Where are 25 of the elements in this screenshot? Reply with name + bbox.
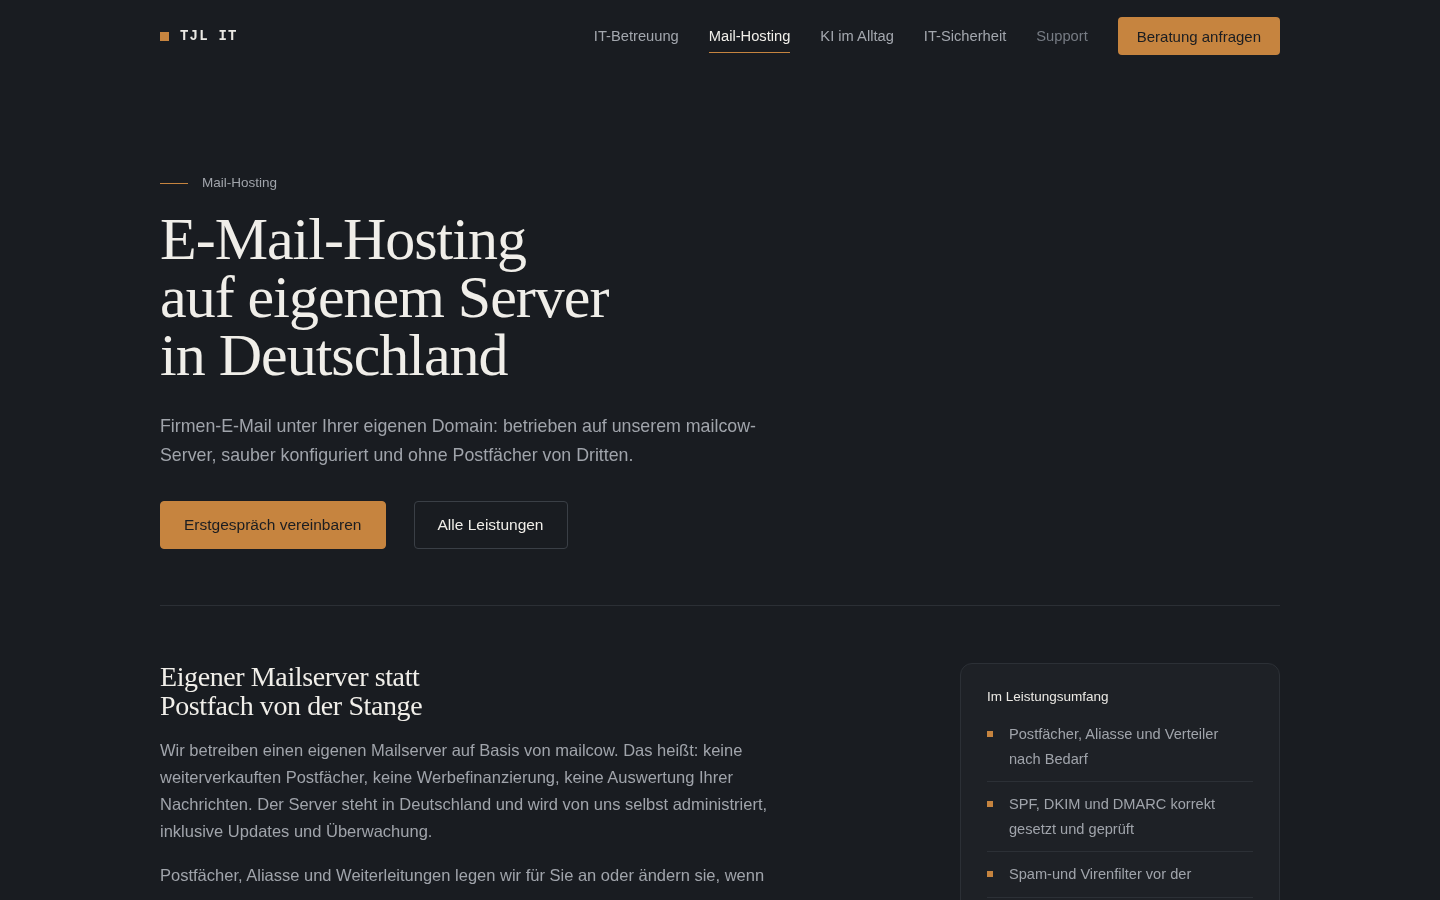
nav-link[interactable]: KI im Alltag (820, 19, 894, 53)
section-heading: Eigener Mailserver statt Postfach von der Stange (160, 662, 423, 720)
card-item-text: Spam-und Virenfilter vor der (1009, 865, 1192, 884)
card-title: Im Leistungsumfang (987, 688, 1110, 706)
body-paragraph: Postfächer, Aliasse und Weiterleitungen legen wir für Sie an oder ändern sie, wenn (160, 865, 766, 886)
square-bullet-icon (987, 871, 993, 877)
square-logo-icon (160, 31, 169, 41)
eyebrow-line-icon (160, 182, 188, 184)
logo-text: TJL IT (180, 28, 238, 44)
nav-link[interactable]: IT-Sicherheit (923, 19, 1007, 53)
logo-link[interactable]: TJL IT (160, 28, 238, 44)
square-bullet-icon (987, 731, 993, 737)
appointment-button[interactable]: Erstgespräch vereinbaren (160, 501, 386, 549)
hero-lead-text: Firmen-E-Mail unter Ihrer eigenen Domain: betrieben auf unserem mailcow-Server, sauber konfiguriert und ohne Postfächer von Dritten. (160, 415, 757, 467)
nav-link[interactable]: Support (1036, 19, 1088, 53)
consultation-button[interactable]: Beratung anfragen (1117, 17, 1280, 55)
card-item-text: Postfächer, Aliasse und Verteiler nach Bedarf (1009, 725, 1220, 769)
card-item-text: SPF, DKIM und DMARC korrekt gesetzt und geprüft (1009, 795, 1216, 839)
eyebrow-text: Mail-Hosting (202, 174, 278, 192)
body-paragraph: Wir betreiben einen eigenen Mailserver auf Basis von mailcow. Das heißt: keine weiterverkauften Postfächer, keine Werbefinanzierung, keine Auswertung Ihrer Nachrichten. Der Server steht in Deutschland und wird von uns selbst administriert, inklusive Updates und Überwachung. (160, 740, 769, 842)
nav-link[interactable]: IT-Betreuung (593, 19, 679, 53)
services-button[interactable]: Alle Leistungen (413, 501, 568, 549)
hero-title: E-Mail-Hosting auf eigenem Server in Deutschland (160, 210, 609, 384)
square-bullet-icon (987, 801, 993, 807)
nav-link[interactable]: Mail-Hosting (708, 19, 791, 53)
